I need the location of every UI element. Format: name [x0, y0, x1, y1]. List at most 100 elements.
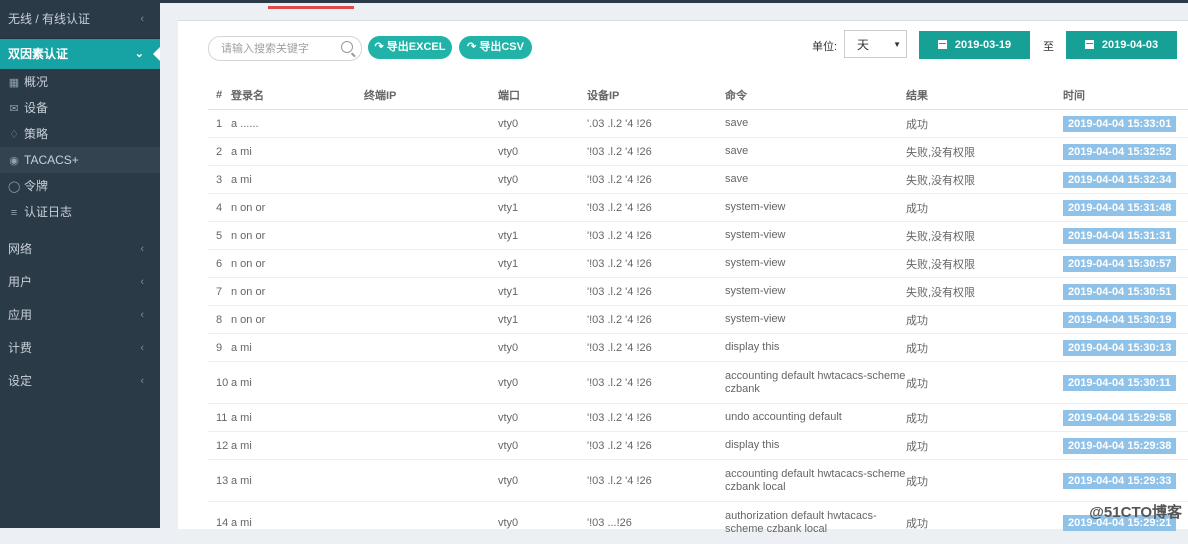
sidebar-group-users[interactable]: 用户 ‹ — [0, 266, 160, 299]
row-command: save — [725, 109, 906, 138]
row-result: 成功 — [906, 431, 1063, 460]
column-header-index[interactable]: # — [208, 81, 231, 110]
table-row[interactable]: 9a mi vty0 '!03 .l.2 '4 !26 display this 成功 2… — [208, 333, 1188, 362]
row-index: 11 — [208, 403, 231, 432]
date-from-button[interactable]: 2019-03-19 — [919, 31, 1030, 59]
row-result: 失败,没有权限 — [906, 221, 1063, 250]
table-row[interactable]: 10 a mi vty0 '!03 .l.2 '4 !26 accounting def… — [208, 361, 1188, 404]
table-row[interactable]: 1a ...... vty0 '.03 .l.2 '4 !26 save 成功 2019-… — [208, 109, 1188, 138]
sidebar-item-auth-log[interactable]: ≡ 认证日志 — [0, 199, 160, 225]
date-to-label: 2019-04-03 — [1101, 39, 1159, 51]
row-index: 5 — [208, 221, 231, 250]
sidebar-group-network[interactable]: 网络 ‹ — [0, 233, 160, 266]
row-result: 成功 — [906, 333, 1063, 362]
time-badge: 2019-04-04 15:30:51 — [1063, 283, 1177, 300]
sidebar-group-apps[interactable]: 应用 ‹ — [0, 299, 160, 332]
search-input[interactable] — [219, 37, 341, 60]
tag-icon: ♢ — [9, 129, 19, 141]
table-row[interactable]: 12 a mi vty0 '!03 .l.2 '4 !26 display this 成功… — [208, 431, 1188, 460]
column-header-device-ip[interactable]: 设备IP — [587, 81, 725, 110]
watermark: @51CTO博客 — [1089, 504, 1182, 521]
row-port: vty1 — [498, 193, 587, 222]
caret-down-icon: ▼ — [893, 40, 901, 49]
sidebar-group-billing[interactable]: 计费 ‹ — [0, 332, 160, 365]
export-csv-button[interactable]: ↷ 导出CSV — [459, 36, 532, 59]
export-excel-label: 导出EXCEL — [386, 41, 446, 53]
chevron-down-icon: ⌄ — [134, 48, 144, 60]
row-index: 3 — [208, 165, 231, 194]
column-header-login[interactable]: 登录名 — [231, 81, 364, 110]
sidebar-header-wireless-wired-auth[interactable]: 无线 / 有线认证 ‹ — [0, 0, 160, 39]
column-header-command[interactable]: 命令 — [725, 81, 906, 110]
row-login: a mi — [231, 361, 364, 404]
time-badge: 2019-04-04 15:30:11 — [1063, 374, 1176, 391]
table-row[interactable]: 5n on or vty1 '!03 .l.2 '4 !26 system-view 失… — [208, 221, 1188, 250]
export-excel-button[interactable]: ↷ 导出EXCEL — [368, 36, 452, 59]
sidebar: 无线 / 有线认证 ‹ 双因素认证 ⌄ ▦ 概况 ✉ 设备 ♢ 策略 ◉ TACACS+… — [0, 0, 160, 528]
row-terminal-ip — [364, 431, 498, 460]
table-row[interactable]: 4n on or vty1 '!03 .l.2 '4 !26 system-view 成… — [208, 193, 1188, 222]
share-icon: ↷ — [374, 41, 384, 53]
sidebar-item-devices[interactable]: ✉ 设备 — [0, 95, 160, 121]
time-badge: 2019-04-04 15:33:01 — [1063, 115, 1177, 132]
row-port: vty0 — [498, 109, 587, 138]
date-to-button[interactable]: 2019-04-03 — [1066, 31, 1177, 59]
row-index: 1 — [208, 109, 231, 138]
row-time: 2019-04-04 15:30:57 — [1063, 249, 1188, 278]
unit-select[interactable]: 天 ▼ — [844, 30, 907, 58]
table-row[interactable]: 2a mi vty0 '!03 .l.2 '4 !26 save 失败,没有权限 2019… — [208, 137, 1188, 166]
time-badge: 2019-04-04 15:29:58 — [1063, 409, 1177, 426]
row-result: 失败,没有权限 — [906, 165, 1063, 194]
table-row[interactable]: 3a mi vty0 '!03 .l.2 '4 !26 save 失败,没有权限 2019… — [208, 165, 1188, 194]
sidebar-item-label: 概况 — [24, 75, 49, 89]
row-terminal-ip — [364, 193, 498, 222]
column-header-result[interactable]: 结果 — [906, 81, 1063, 110]
row-time: 2019-04-04 15:31:31 — [1063, 221, 1188, 250]
row-login: a mi — [231, 137, 364, 166]
time-badge: 2019-04-04 15:29:38 — [1063, 437, 1177, 454]
row-device-ip: '!03 .l.2 '4 !26 — [587, 193, 725, 222]
chevron-left-icon: ‹ — [140, 13, 144, 25]
sidebar-section-two-factor-auth[interactable]: 双因素认证 ⌄ — [0, 39, 160, 69]
sidebar-item-token[interactable]: ◯ 令牌 — [0, 173, 160, 199]
top-bar — [160, 0, 1188, 3]
sidebar-group-settings[interactable]: 设定 ‹ — [0, 365, 160, 398]
time-badge: 2019-04-04 15:31:48 — [1063, 199, 1177, 216]
table-row[interactable]: 14 a mi vty0 '!03 ...!26 authorization defau… — [208, 501, 1188, 544]
row-index: 4 — [208, 193, 231, 222]
list-icon: ≡ — [10, 207, 18, 219]
sidebar-item-overview[interactable]: ▦ 概况 — [0, 69, 160, 95]
chevron-left-icon: ‹ — [140, 309, 144, 321]
table-header-row: # 登录名 终端IP 端口 设备IP 命令 结果 时间 — [208, 81, 1188, 110]
row-login: a mi — [231, 431, 364, 460]
table-row[interactable]: 6n on or vty1 '!03 .l.2 '4 !26 system-view 失… — [208, 249, 1188, 278]
sidebar-item-policy[interactable]: ♢ 策略 — [0, 121, 160, 147]
table-row[interactable]: 13 a mi vty0 '!03 .l.2 '4 !26 accounting def… — [208, 459, 1188, 502]
row-index: 2 — [208, 137, 231, 166]
row-device-ip: '!03 .l.2 '4 !26 — [587, 459, 725, 502]
table-row[interactable]: 11 a mi vty0 '!03 .l.2 '4 !26 undo accountin… — [208, 403, 1188, 432]
row-command: save — [725, 137, 906, 166]
row-time: 2019-04-04 15:32:34 — [1063, 165, 1188, 194]
row-device-ip: '!03 .l.2 '4 !26 — [587, 277, 725, 306]
search-box[interactable] — [208, 36, 362, 61]
sidebar-item-tacacs[interactable]: ◉ TACACS+ — [0, 147, 160, 173]
sidebar-group-label: 用户 — [8, 275, 33, 289]
search-icon[interactable] — [341, 41, 353, 53]
column-header-port[interactable]: 端口 — [498, 81, 587, 110]
row-result: 失败,没有权限 — [906, 137, 1063, 166]
row-result: 成功 — [906, 109, 1063, 138]
log-table: # 登录名 终端IP 端口 设备IP 命令 结果 时间 1a ...... vty… — [208, 81, 1188, 544]
sidebar-section-label: 双因素认证 — [8, 47, 69, 61]
row-terminal-ip — [364, 137, 498, 166]
table-row[interactable]: 8n on or vty1 '!03 .l.2 '4 !26 system-view 成… — [208, 305, 1188, 334]
column-header-time[interactable]: 时间 — [1063, 81, 1188, 110]
table-row[interactable]: 7n on or vty1 '!03 .l.2 '4 !26 system-view 失… — [208, 277, 1188, 306]
row-login: n on or — [231, 305, 364, 334]
row-device-ip: '!03 .l.2 '4 !26 — [587, 431, 725, 460]
row-port: vty0 — [498, 431, 587, 460]
calendar-icon — [1084, 40, 1094, 49]
column-header-terminal-ip[interactable]: 终端IP — [364, 81, 498, 110]
row-device-ip: '!03 .l.2 '4 !26 — [587, 221, 725, 250]
time-badge: 2019-04-04 15:30:13 — [1063, 339, 1177, 356]
